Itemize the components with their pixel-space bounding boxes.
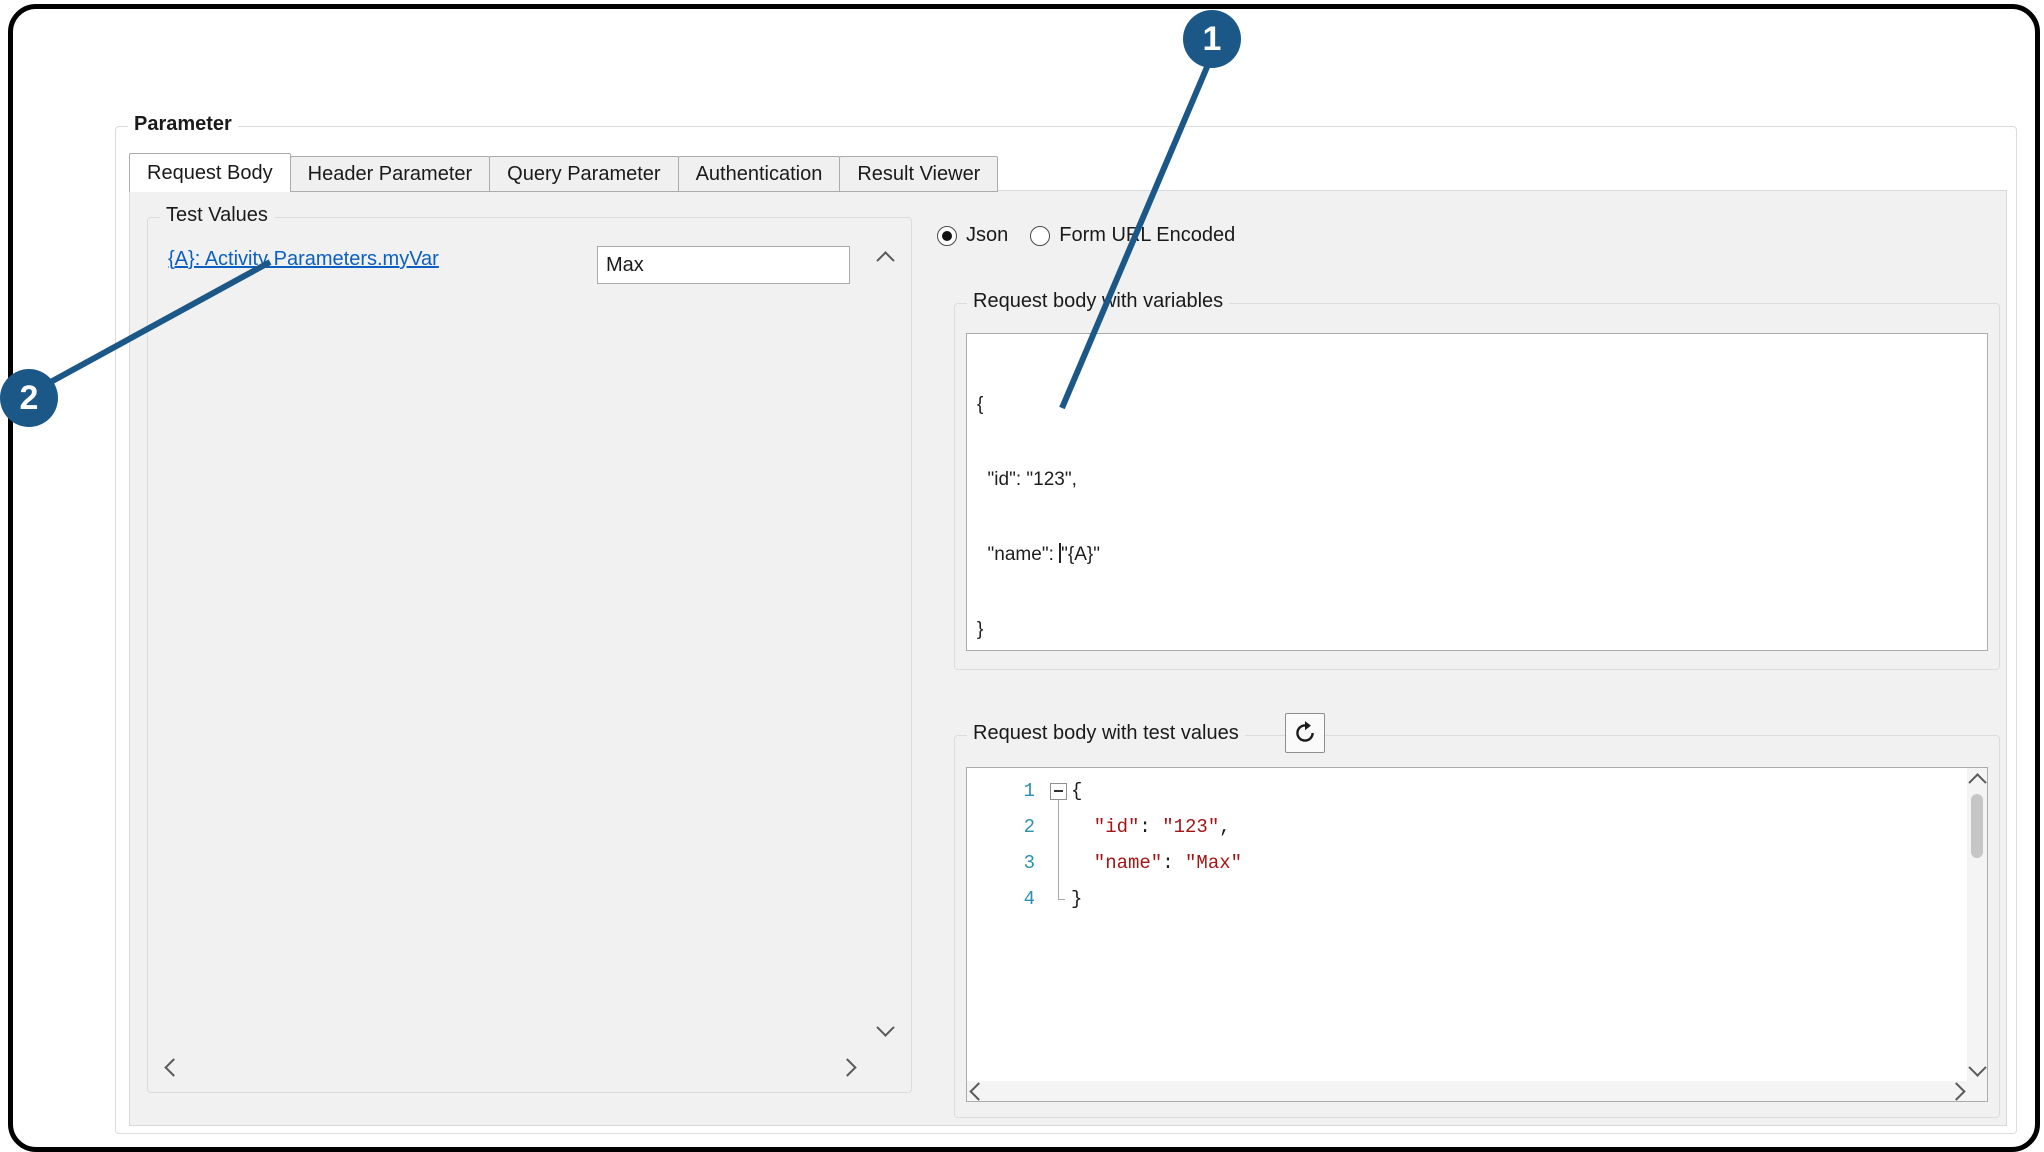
variables-line-3-after: "{A}" [1061, 544, 1100, 565]
test-values-code-editor[interactable]: 1 { 2 "id": "123", 3 [966, 767, 1988, 1102]
request-body-test-values-title: Request body with test values [967, 722, 1245, 745]
chevron-right-icon [838, 1058, 856, 1076]
tab-page-request-body: Test Values {A}: Activity Parameters.myV… [129, 190, 2007, 1126]
line-number: 3 [967, 845, 1045, 881]
scrollbar-thumb[interactable] [1971, 794, 1983, 858]
parameter-groupbox-title: Parameter [128, 113, 238, 136]
variables-line-4: } [977, 617, 1977, 642]
code-token-colon: : [1139, 816, 1162, 838]
code-token-brace: { [1071, 780, 1082, 802]
outline-guide-tick [1058, 899, 1065, 900]
outline-gutter [1045, 845, 1071, 881]
body-format-radio-group: Json Form URL Encoded [937, 224, 1235, 247]
code-line: 4 } [967, 881, 1966, 917]
scroll-left-button[interactable] [162, 1056, 184, 1078]
outline-gutter [1045, 773, 1071, 809]
outline-guide [1058, 881, 1059, 899]
radio-form-url-encoded-label: Form URL Encoded [1059, 224, 1235, 247]
request-body-test-values-groupbox: Request body with test values 1 { [954, 735, 2000, 1118]
radio-json[interactable]: Json [937, 224, 1008, 247]
tab-authentication[interactable]: Authentication [678, 156, 841, 192]
code-line: 3 "name": "Max" [967, 845, 1966, 881]
outline-guide [1058, 809, 1059, 845]
code-token-colon: : [1162, 852, 1185, 874]
editor-vertical-scrollbar [1967, 768, 1987, 1081]
chevron-up-icon [1968, 773, 1986, 791]
scroll-right-button[interactable] [836, 1056, 858, 1078]
code-line: 1 { [967, 773, 1966, 809]
refresh-icon [1292, 720, 1318, 746]
code-token-value: "123" [1162, 816, 1219, 838]
variables-line-2: "id": "123", [977, 467, 1977, 492]
line-number: 4 [967, 881, 1045, 917]
test-values-title: Test Values [160, 204, 274, 227]
scroll-right-button[interactable] [1945, 1080, 1967, 1102]
code-token-brace: } [1071, 888, 1082, 910]
outline-gutter [1045, 809, 1071, 845]
tab-query-parameter[interactable]: Query Parameter [489, 156, 678, 192]
callout-badge-2: 2 [0, 369, 58, 427]
callout-badge-1: 1 [1183, 10, 1241, 68]
request-body-variables-editor[interactable]: { "id": "123", "name": "{A}" } [966, 333, 1988, 651]
scroll-down-button[interactable] [874, 1019, 896, 1041]
scroll-up-button[interactable] [1966, 768, 1988, 790]
chevron-up-icon [876, 251, 894, 269]
variables-line-3: "name": "{A}" [977, 542, 1977, 567]
tab-result-viewer[interactable]: Result Viewer [839, 156, 998, 192]
collapse-toggle-icon[interactable] [1050, 783, 1067, 800]
chevron-right-icon [1947, 1082, 1965, 1100]
code-token-name: "name" [1094, 852, 1162, 874]
scroll-left-button[interactable] [967, 1080, 989, 1102]
chevron-down-icon [876, 1018, 894, 1036]
editor-horizontal-scrollbar [967, 1081, 1967, 1101]
test-values-groupbox: Test Values {A}: Activity Parameters.myV… [147, 217, 912, 1093]
scroll-up-button[interactable] [874, 246, 896, 268]
tab-header-parameter[interactable]: Header Parameter [290, 156, 491, 192]
parameter-groupbox: Parameter Request Body Header Parameter … [115, 126, 2017, 1134]
test-value-input[interactable] [597, 246, 850, 284]
line-number: 2 [967, 809, 1045, 845]
code-token-value: "Max" [1185, 852, 1242, 874]
scroll-down-button[interactable] [1966, 1059, 1988, 1081]
refresh-button[interactable] [1285, 713, 1325, 753]
outline-gutter [1045, 881, 1071, 917]
code-token-name: "id" [1094, 816, 1140, 838]
outline-guide [1058, 800, 1059, 809]
radio-form-url-encoded[interactable]: Form URL Encoded [1030, 224, 1235, 247]
request-body-variables-groupbox: Request body with variables { "id": "123… [954, 303, 2000, 670]
variables-line-1: { [977, 392, 1977, 417]
outline-guide [1058, 845, 1059, 881]
request-body-variables-title: Request body with variables [967, 290, 1229, 313]
minus-icon [1054, 790, 1063, 792]
radio-json-label: Json [966, 224, 1008, 247]
radio-form-url-encoded-icon [1030, 226, 1050, 246]
activity-parameter-link[interactable]: {A}: Activity Parameters.myVar [168, 246, 439, 272]
line-number: 1 [967, 773, 1045, 809]
chevron-left-icon [969, 1082, 987, 1100]
tab-bar: Request Body Header Parameter Query Para… [129, 153, 998, 192]
radio-json-icon [937, 226, 957, 246]
code-line: 2 "id": "123", [967, 809, 1966, 845]
code-lines: 1 { 2 "id": "123", 3 [967, 773, 1966, 917]
scrollbar-corner [1967, 1081, 1987, 1101]
chevron-down-icon [1968, 1058, 1986, 1076]
variables-line-3-before: "name": [977, 544, 1059, 565]
tab-request-body[interactable]: Request Body [129, 153, 291, 192]
chevron-left-icon [164, 1058, 182, 1076]
code-token-comma: , [1219, 816, 1230, 838]
